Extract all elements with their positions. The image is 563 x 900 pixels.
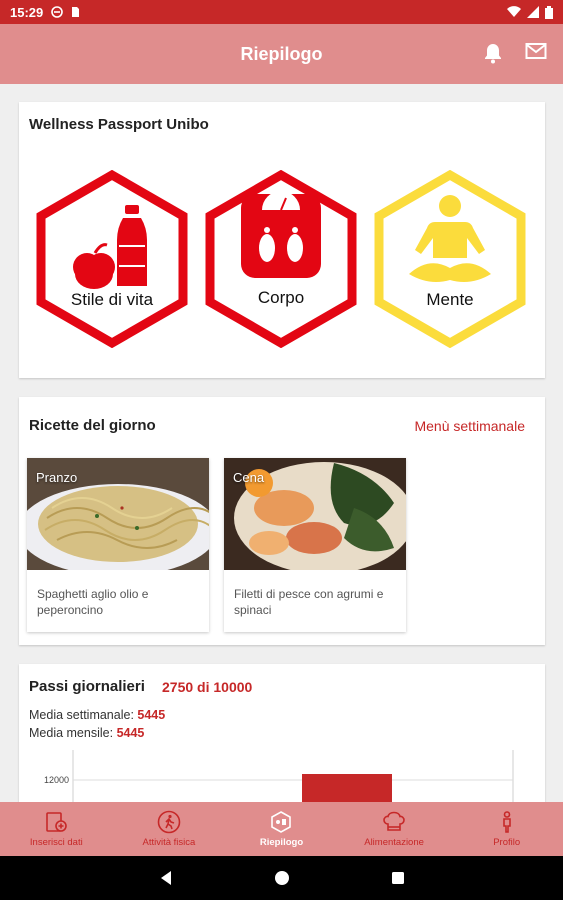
weekly-average-label: Media settimanale: — [29, 708, 134, 722]
recipes-card: Ricette del giorno Menù settimanale Pran… — [19, 397, 545, 645]
back-icon[interactable] — [158, 870, 174, 886]
daily-steps-card: Passi giornalieri 2750 di 10000 Media se… — [19, 664, 545, 814]
nav-label: Alimentazione — [364, 837, 424, 848]
nav-label: Profilo — [493, 837, 521, 848]
recipe-name: Filetti di pesce con agrumi e spinaci — [234, 587, 384, 617]
recipe-name: Spaghetti aglio olio e peperoncino — [37, 587, 149, 617]
status-time: 15:29 — [10, 4, 44, 20]
sync-icon — [51, 6, 64, 18]
monthly-average-value: 5445 — [116, 726, 145, 740]
page-title: Riepilogo — [240, 43, 323, 64]
nav-nutrition[interactable]: Alimentazione — [338, 802, 451, 856]
passport-title: Wellness Passport Unibo — [29, 116, 209, 133]
badge-icon — [271, 811, 292, 833]
steps-count: 2750 di 10000 — [162, 679, 253, 695]
meal-tag: Pranzo — [36, 470, 78, 485]
status-bar: 15:29 — [0, 0, 563, 24]
nav-physical-activity[interactable]: Attività fisica — [113, 802, 226, 856]
bottom-nav: Inserisci dati Attività fisica Riepilogo… — [0, 802, 563, 856]
badge-label: Mente — [426, 290, 474, 309]
home-icon[interactable] — [274, 870, 290, 886]
bell-icon[interactable] — [483, 42, 503, 64]
hexagon-frame — [374, 169, 526, 349]
person-icon — [502, 811, 511, 833]
recipe-card-dinner[interactable]: Cena Filetti di pesce con agrumi e spina… — [224, 458, 406, 632]
badge-lifestyle[interactable]: Stile di vita — [35, 169, 189, 349]
hexagon-frame — [205, 169, 357, 349]
add-data-icon — [46, 812, 68, 832]
y-tick-label: 12000 — [44, 775, 69, 785]
monthly-average: Media mensile: 5445 — [29, 726, 144, 740]
meal-tag: Cena — [233, 470, 265, 485]
nav-label: Inserisci dati — [29, 837, 83, 848]
badge-body[interactable]: Corpo — [204, 169, 358, 349]
signal-icon — [527, 6, 539, 18]
wifi-icon — [507, 6, 521, 18]
nav-insert-data[interactable]: Inserisci dati — [0, 802, 113, 856]
sd-card-icon — [72, 7, 80, 17]
weekly-menu-link[interactable]: Menù settimanale — [414, 418, 525, 434]
hexagon-frame — [36, 169, 188, 349]
badge-label: Stile di vita — [70, 290, 154, 309]
recipes-title: Ricette del giorno — [29, 417, 156, 434]
recipe-card-lunch[interactable]: Pranzo Spaghetti aglio olio e peperoncin… — [27, 458, 209, 632]
system-nav-bar — [0, 856, 563, 900]
battery-icon — [545, 5, 553, 19]
wellness-passport-card: Wellness Passport Unibo Stile di vita Co… — [19, 102, 545, 378]
nav-label: Attività fisica — [142, 837, 196, 848]
chef-hat-icon — [383, 811, 405, 831]
app-bar: Riepilogo — [0, 24, 563, 84]
steps-title: Passi giornalieri — [29, 678, 145, 695]
badge-mind[interactable]: Mente — [373, 169, 527, 349]
recents-icon[interactable] — [390, 870, 406, 886]
weekly-average: Media settimanale: 5445 — [29, 708, 165, 722]
weekly-average-value: 5445 — [137, 708, 166, 722]
nav-summary[interactable]: Riepilogo — [225, 802, 338, 856]
nav-profile[interactable]: Profilo — [450, 802, 563, 856]
scale-icon — [241, 191, 321, 278]
running-icon — [157, 810, 181, 834]
nav-label: Riepilogo — [259, 837, 304, 848]
mail-icon[interactable] — [525, 42, 547, 60]
badge-label: Corpo — [257, 288, 305, 307]
monthly-average-label: Media mensile: — [29, 726, 114, 740]
